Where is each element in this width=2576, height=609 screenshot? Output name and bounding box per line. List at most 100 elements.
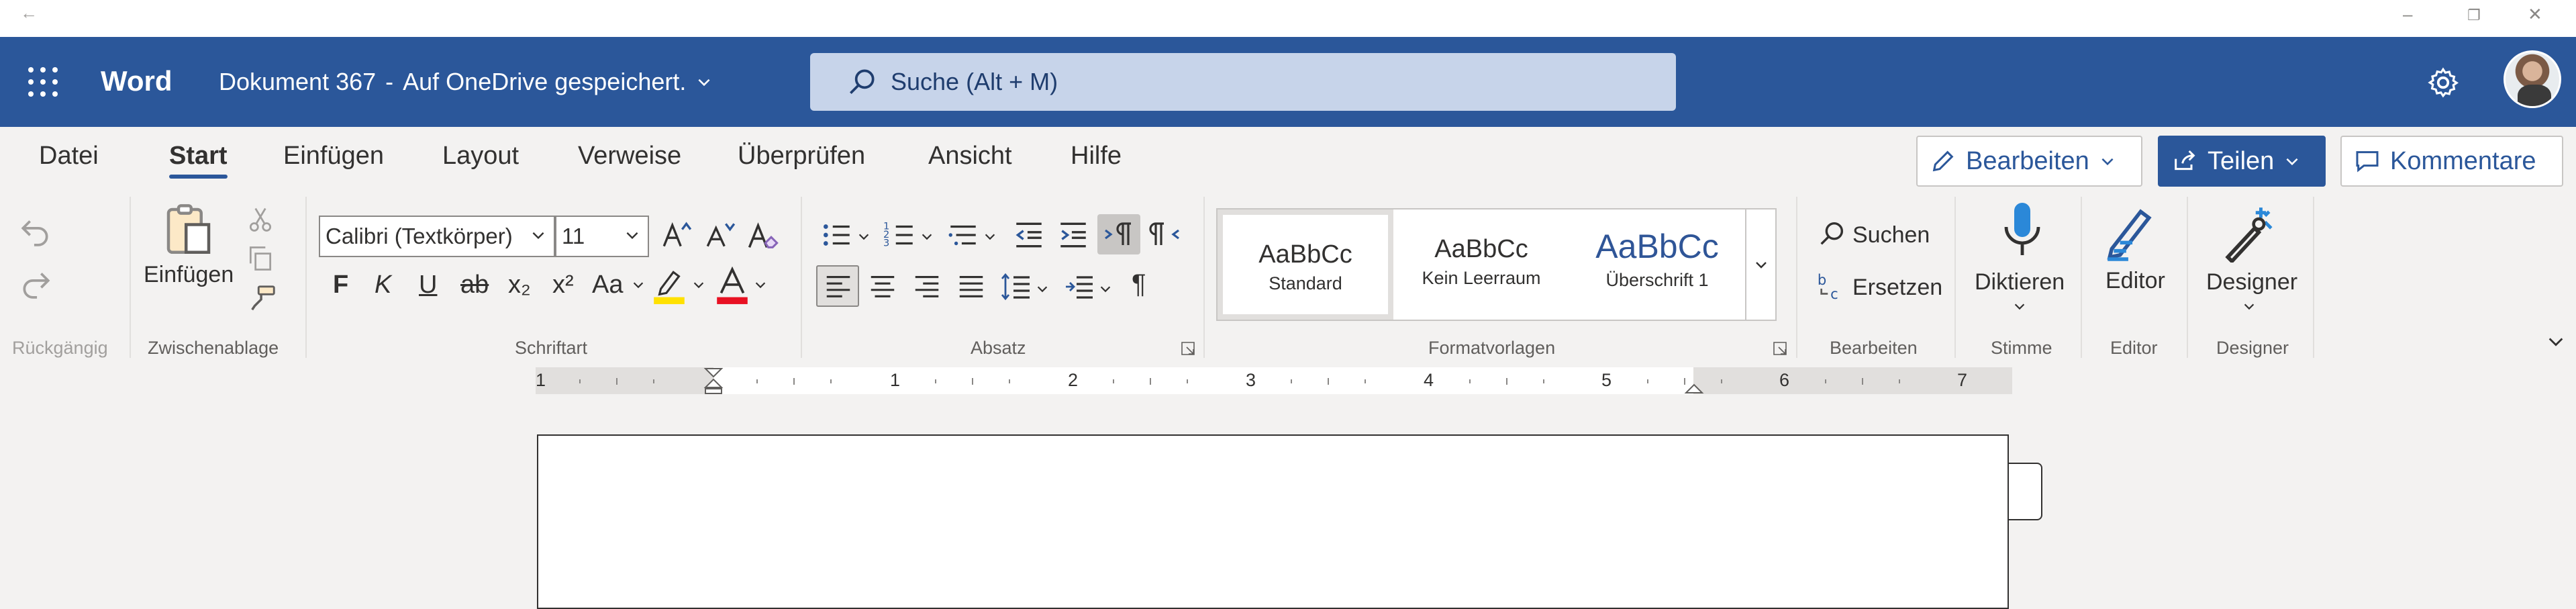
ltr-paragraph-icon (1105, 222, 1131, 245)
font-size-dropdown[interactable]: 11 (555, 216, 649, 257)
style-preview: AaBbCc (1595, 228, 1719, 265)
bold-button[interactable]: F (333, 271, 348, 299)
edit-mode-button[interactable]: Bearbeiten (1916, 136, 2142, 187)
change-case-button[interactable]: Aa (592, 271, 623, 299)
italic-button[interactable]: K (375, 271, 391, 299)
align-left-button[interactable] (816, 265, 859, 307)
shrink-font-icon[interactable] (703, 218, 737, 252)
chevron-down-icon[interactable] (983, 229, 997, 244)
avatar[interactable] (2504, 50, 2561, 108)
numbered-list-icon[interactable]: 123 (883, 218, 917, 252)
tab-layout[interactable]: Layout (442, 142, 519, 171)
chevron-down-icon[interactable] (1098, 281, 1113, 296)
tab-start[interactable]: Start (169, 142, 228, 179)
designer-button[interactable]: Designer (2206, 269, 2297, 295)
app-launcher-icon[interactable] (28, 67, 58, 97)
close-icon[interactable]: ✕ (2528, 4, 2542, 25)
style-standard[interactable]: AaBbCc Standard (1218, 209, 1393, 320)
tab-datei[interactable]: Datei (39, 142, 99, 171)
back-arrow-icon[interactable]: ← (20, 3, 38, 24)
font-family-dropdown[interactable]: Calibri (Textkörper) (319, 216, 555, 257)
chevron-down-icon[interactable] (920, 229, 934, 244)
gear-icon[interactable] (2426, 66, 2460, 99)
tab-verweise[interactable]: Verweise (578, 142, 681, 171)
format-painter-icon[interactable] (247, 283, 278, 314)
comment-margin-tab[interactable] (2009, 463, 2042, 520)
tab-einfuegen[interactable]: Einfügen (283, 142, 384, 171)
paragraph-spacing-icon[interactable] (1063, 271, 1095, 303)
superscript-button[interactable]: x² (552, 271, 574, 299)
minimize-icon[interactable]: – (2403, 4, 2412, 25)
collapse-ribbon-chevron-icon[interactable] (2546, 332, 2565, 351)
style-name: Kein Leerraum (1422, 268, 1541, 288)
paste-label[interactable]: Einfügen (144, 262, 234, 288)
clear-formatting-icon[interactable] (745, 218, 780, 253)
chevron-down-icon[interactable] (631, 277, 646, 292)
search-icon[interactable] (1816, 218, 1847, 249)
paste-icon[interactable] (158, 199, 219, 260)
ltr-direction-button[interactable] (1097, 214, 1140, 254)
undo-icon[interactable] (19, 214, 52, 248)
subscript-button[interactable]: x₂ (508, 271, 531, 299)
show-formatting-marks-button[interactable]: ¶ (1132, 269, 1146, 299)
group-divider (1796, 197, 1797, 358)
replace-button[interactable]: Ersetzen (1852, 275, 1942, 301)
line-spacing-icon[interactable] (1000, 271, 1032, 303)
document-title-button[interactable]: Dokument 367 - Auf OneDrive gespeichert. (219, 68, 713, 96)
ribbon-tabs: Datei Start Einfügen Layout Verweise Übe… (0, 127, 2576, 191)
replace-icon[interactable]: bc (1816, 271, 1847, 301)
editor-button[interactable]: Editor (2106, 268, 2165, 294)
bullet-list-icon[interactable] (820, 218, 854, 252)
multilevel-list-icon[interactable] (946, 218, 980, 252)
chevron-down-icon[interactable] (753, 277, 768, 292)
chevron-down-icon[interactable] (856, 229, 871, 244)
redo-icon[interactable] (19, 267, 52, 300)
align-center-icon[interactable] (867, 271, 898, 301)
find-button[interactable]: Suchen (1852, 222, 1930, 248)
grow-font-icon[interactable] (660, 218, 693, 252)
style-heading-1[interactable]: AaBbCc Überschrift 1 (1569, 209, 1745, 320)
ruler-number: 1 (536, 370, 546, 390)
dialog-launcher-icon[interactable] (1180, 340, 1196, 357)
justify-icon[interactable] (956, 271, 987, 301)
tab-ueberpruefen[interactable]: Überprüfen (738, 142, 865, 171)
search-input[interactable]: Suche (Alt + M) (810, 53, 1676, 111)
tab-ansicht[interactable]: Ansicht (928, 142, 1012, 171)
restore-icon[interactable]: ❐ (2467, 7, 2481, 24)
microphone-icon[interactable] (2000, 201, 2044, 261)
dialog-launcher-icon[interactable] (1772, 340, 1788, 357)
chevron-down-icon[interactable] (2012, 299, 2027, 314)
font-color-icon[interactable] (715, 267, 749, 306)
increase-indent-icon[interactable] (1056, 218, 1090, 252)
highlighter-icon[interactable] (652, 267, 686, 306)
chevron-down-icon (698, 79, 710, 87)
tab-hilfe[interactable]: Hilfe (1071, 142, 1122, 171)
dictate-button[interactable]: Diktieren (1975, 269, 2065, 295)
horizontal-ruler[interactable]: 1 1 2 3 4 5 6 7 (536, 367, 2012, 394)
styles-more-button[interactable] (1745, 209, 1775, 320)
copy-icon[interactable] (246, 244, 275, 273)
undo-group-label: Rückgängig (12, 338, 108, 358)
comments-label: Kommentare (2390, 146, 2536, 175)
group-divider (2313, 197, 2314, 358)
comments-button[interactable]: Kommentare (2340, 136, 2563, 187)
decrease-indent-icon[interactable] (1012, 218, 1046, 252)
underline-button[interactable]: U (419, 271, 437, 299)
chevron-down-icon[interactable] (2242, 299, 2257, 314)
app-header: Word Dokument 367 - Auf OneDrive gespeic… (0, 37, 2576, 127)
font-group-label: Schriftart (515, 338, 588, 358)
designer-icon[interactable] (2222, 202, 2275, 263)
chevron-down-icon[interactable] (691, 277, 706, 292)
style-no-spacing[interactable]: AaBbCc Kein Leerraum (1393, 209, 1569, 320)
rtl-paragraph-icon[interactable] (1149, 218, 1181, 250)
document-page[interactable] (537, 434, 2009, 609)
chevron-down-icon[interactable] (1035, 281, 1050, 296)
align-right-icon[interactable] (911, 271, 942, 301)
styles-gallery[interactable]: AaBbCc Standard AaBbCc Kein Leerraum AaB… (1216, 208, 1777, 321)
strikethrough-button[interactable]: ab (460, 271, 489, 299)
editor-pen-icon[interactable] (2103, 202, 2157, 263)
cut-icon[interactable] (246, 205, 275, 234)
app-name[interactable]: Word (101, 65, 172, 97)
share-button[interactable]: Teilen (2158, 136, 2326, 187)
ruler-ticks (579, 368, 1900, 394)
